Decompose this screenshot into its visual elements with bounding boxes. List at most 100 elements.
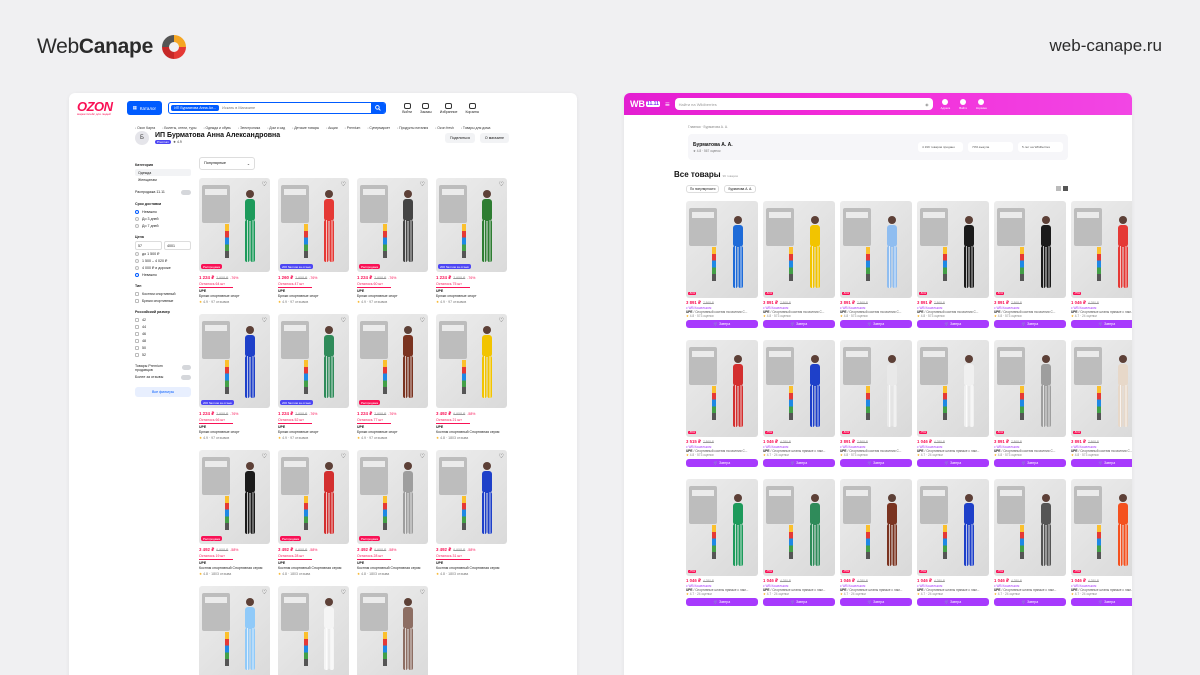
add-to-cart-button[interactable]: 🛒 Завтра xyxy=(917,598,989,606)
product-image[interactable]: -51% xyxy=(763,201,835,298)
favorite-heart-icon[interactable]: ♡ xyxy=(341,589,346,596)
favorite-heart-icon[interactable]: ♡ xyxy=(262,317,267,324)
seller-filter[interactable]: Бурматова А. А. xyxy=(724,185,757,193)
product-card[interactable]: -51% 3 891 ₽7 868 ₽ с WB Кошельком UPE / Сп… xyxy=(994,340,1066,467)
product-image[interactable]: ♡ 200 баллов за отзыв xyxy=(199,314,270,408)
product-image[interactable]: -75% xyxy=(994,479,1066,576)
product-card[interactable]: -75% 1 046 ₽4 280 ₽ с WB Кошельком UPE / Сп… xyxy=(917,340,989,467)
header-favorites[interactable]: Избранное xyxy=(440,102,457,114)
product-image[interactable]: ♡ xyxy=(357,586,428,675)
product-card[interactable]: -51% 3 891 ₽7 868 ₽ с WB Кошельком UPE / Сп… xyxy=(840,340,912,467)
search-scope-chip[interactable]: ИП Бурматова Анна Ал... xyxy=(171,105,220,111)
add-to-cart-button[interactable]: 🛒 Завтра xyxy=(763,459,835,467)
product-image[interactable]: ♡ xyxy=(436,314,507,408)
product-card[interactable]: ♡ Распродажа 3 492 ₽6 958 ₽ -58% Осталось 19… xyxy=(199,450,270,576)
add-to-cart-button[interactable]: 🛒 Завтра xyxy=(1071,320,1132,328)
menu-item[interactable]: Акции xyxy=(326,126,337,130)
product-image[interactable]: -51% xyxy=(840,340,912,437)
product-card[interactable]: -75% 1 046 ₽4 280 ₽ с WB Кошельком UPE / Сп… xyxy=(917,479,989,606)
product-card[interactable]: -75% 1 046 ₽4 280 ₽ с WB Кошельком UPE / Сп… xyxy=(840,479,912,606)
checkbox[interactable] xyxy=(135,324,139,329)
reviews-toggle-row[interactable]: Более за отзывы xyxy=(135,373,191,381)
checkbox[interactable] xyxy=(135,345,139,350)
delivery-option[interactable]: До 7 дней xyxy=(135,222,191,229)
menu-item[interactable]: Одежда и обувь xyxy=(203,126,231,130)
ozon-search-bar[interactable]: ИП Бурматова Анна Ал... xyxy=(168,102,387,114)
add-to-cart-button[interactable]: 🛒 Завтра xyxy=(840,459,912,467)
product-card[interactable]: ♡ Распродажа 3 492 ₽6 958 ₽ -58% Осталось 28… xyxy=(357,450,428,576)
product-card[interactable]: -75% 1 046 ₽4 280 ₽ с WB Кошельком UPE / Сп… xyxy=(763,340,835,467)
toggle[interactable] xyxy=(181,365,191,370)
product-card[interactable]: ♡ 3 492 ₽6 958 ₽ -58% Осталось 31 шт UPE Кост… xyxy=(436,450,507,576)
add-to-cart-button[interactable]: 🛒 Завтра xyxy=(994,320,1066,328)
all-filters-button[interactable]: Все фильтры xyxy=(135,387,191,397)
product-image[interactable]: ♡ xyxy=(278,586,349,675)
radio-button[interactable] xyxy=(135,209,139,214)
camera-icon[interactable]: ◉ xyxy=(925,102,929,107)
category-item[interactable]: Одежда xyxy=(135,169,191,176)
product-image[interactable]: ♡ xyxy=(199,586,270,675)
category-item[interactable]: Женщинам xyxy=(135,176,191,183)
product-card[interactable]: ♡ 200 баллов за отзыв 1 260 ₽2 958 ₽ -76% Ос… xyxy=(278,178,349,304)
product-image[interactable]: ♡ 200 баллов за отзыв xyxy=(436,178,507,272)
product-title[interactable]: Брюки спортивные спорт xyxy=(199,430,270,434)
product-image[interactable]: -75% xyxy=(917,340,989,437)
menu-item[interactable]: Супермаркет xyxy=(367,126,390,130)
site-url[interactable]: web-canape.ru xyxy=(1050,36,1162,56)
product-card[interactable]: ♡ xyxy=(357,586,428,675)
product-image[interactable]: -51% xyxy=(994,201,1066,298)
type-option[interactable]: Брюки спортивные xyxy=(135,297,191,304)
favorite-heart-icon[interactable]: ♡ xyxy=(341,453,346,460)
price-option[interactable]: 1 500 – 4 020 ₽ xyxy=(135,257,191,264)
add-to-cart-button[interactable]: 🛒 Завтра xyxy=(686,598,758,606)
wb-logo[interactable]: WB 11.11 xyxy=(630,99,660,109)
product-image[interactable]: ♡ Распродажа xyxy=(357,450,428,544)
search-input[interactable] xyxy=(219,106,372,110)
menu-item[interactable]: Ozon fresh xyxy=(435,126,454,130)
product-card[interactable]: -75% 1 046 ₽4 280 ₽ с WB Кошельком UPE / Сп… xyxy=(994,479,1066,606)
size-option[interactable]: 42 xyxy=(135,316,191,323)
menu-item[interactable]: Детские товары xyxy=(292,126,319,130)
radio-button[interactable] xyxy=(135,258,139,263)
favorite-heart-icon[interactable]: ♡ xyxy=(420,453,425,460)
sort-dropdown[interactable]: Популярные ⌄ xyxy=(199,157,255,170)
product-image[interactable]: ♡ Распродажа xyxy=(278,450,349,544)
product-image[interactable]: -75% xyxy=(1071,479,1132,576)
product-card[interactable]: -55% 3 515 ₽7 868 ₽ с WB Кошельком UPE / Сп… xyxy=(686,340,758,467)
product-title[interactable]: Брюки спортивные спорт xyxy=(436,294,507,298)
add-to-cart-button[interactable]: 🛒 Завтра xyxy=(763,320,835,328)
product-title[interactable]: Брюки спортивные спорт xyxy=(357,430,428,434)
product-image[interactable]: -75% xyxy=(686,479,758,576)
ozon-logo[interactable]: OZON маркетплейс для людей xyxy=(77,100,113,116)
add-to-cart-button[interactable]: 🛒 Завтра xyxy=(994,598,1066,606)
radio-button[interactable] xyxy=(135,251,139,256)
catalog-button[interactable]: ▦ Каталог xyxy=(126,101,163,115)
favorite-heart-icon[interactable]: ♡ xyxy=(420,181,425,188)
product-card[interactable]: ♡ Распродажа 1 224 ₽2 958 ₽ -76% Осталось 60… xyxy=(357,178,428,304)
delivery-option[interactable]: Неважно xyxy=(135,208,191,215)
menu-item[interactable]: Продукты питания xyxy=(397,126,428,130)
radio-button[interactable] xyxy=(135,265,139,270)
product-title[interactable]: Брюки спортивные спорт xyxy=(278,294,349,298)
favorite-heart-icon[interactable]: ♡ xyxy=(420,589,425,596)
checkbox[interactable] xyxy=(135,331,139,336)
product-card[interactable]: -51% 3 891 ₽7 868 ₽ с WB Кошельком UPE / Сп… xyxy=(763,201,835,328)
checkbox[interactable] xyxy=(135,298,139,303)
breadcrumb[interactable]: Главная · Бурматова А. А. xyxy=(688,125,728,129)
radio-button[interactable] xyxy=(135,223,139,228)
header-login[interactable]: Войти xyxy=(402,102,412,114)
favorite-heart-icon[interactable]: ♡ xyxy=(499,181,504,188)
add-to-cart-button[interactable]: 🛒 Завтра xyxy=(686,459,758,467)
product-image[interactable]: -75% xyxy=(1071,201,1132,298)
add-to-cart-button[interactable]: 🛒 Завтра xyxy=(1071,459,1132,467)
add-to-cart-button[interactable]: 🛒 Завтра xyxy=(917,320,989,328)
grid-small-icon[interactable] xyxy=(1056,186,1061,191)
price-option[interactable]: до 1 500 ₽ xyxy=(135,250,191,257)
add-to-cart-button[interactable]: 🛒 Завтра xyxy=(686,320,758,328)
favorite-heart-icon[interactable]: ♡ xyxy=(420,317,425,324)
product-card[interactable]: -75% 1 046 ₽4 280 ₽ с WB Кошельком UPE / Сп… xyxy=(1071,479,1132,606)
price-option[interactable]: Неважно xyxy=(135,271,191,278)
product-image[interactable]: -75% xyxy=(763,479,835,576)
product-card[interactable]: -51% 3 891 ₽7 868 ₽ с WB Кошельком UPE / Сп… xyxy=(840,201,912,328)
product-image[interactable]: -51% xyxy=(994,340,1066,437)
